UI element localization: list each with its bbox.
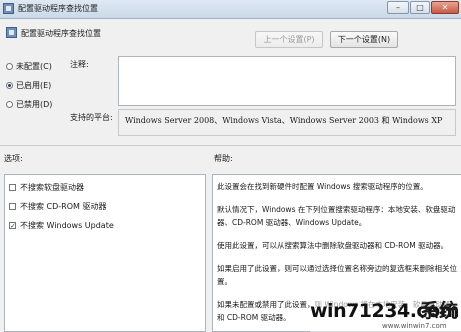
window-title: 配置驱动程序查找位置 <box>18 4 98 13</box>
platform-label: 支持的平台: <box>70 113 113 122</box>
comment-textarea[interactable] <box>118 56 456 106</box>
close-button[interactable]: ✕ <box>431 1 459 14</box>
checkbox[interactable] <box>9 184 16 191</box>
previous-setting-button[interactable]: 上一个设置(P) <box>255 31 323 48</box>
checkbox[interactable] <box>9 203 16 210</box>
maximize-button[interactable]: □ <box>410 1 430 14</box>
options-label: 选项: <box>4 154 23 163</box>
watermark-url: www.winwin7.com <box>382 322 447 330</box>
watermark: win71234.com 系统 www.winwin7.com <box>310 298 461 332</box>
radio-label: 未配置(C) <box>16 62 52 71</box>
comment-label: 注释: <box>70 60 89 69</box>
option-label: 不搜索 CD-ROM 驱动器 <box>20 202 107 211</box>
option-no-cdrom[interactable]: 不搜索 CD-ROM 驱动器 <box>9 201 106 212</box>
help-paragraph: 此设置会在找到新硬件时配置 Windows 搜索驱动程序的位置。 <box>217 182 428 191</box>
title-bar: 配置驱动程序查找位置 – □ ✕ <box>0 0 461 19</box>
radio-label: 已禁用(D) <box>16 100 53 109</box>
radio-not-configured[interactable]: 未配置(C) <box>6 61 52 72</box>
options-panel: 不搜索软盘驱动器 不搜索 CD-ROM 驱动器 ✓ 不搜索 Windows Up… <box>4 174 206 332</box>
help-paragraph: 默认情况下，Windows 在下列位置搜索驱动程序：本地安装、软盘驱动器、CD-… <box>217 205 456 227</box>
watermark-logo: 系统 <box>420 300 459 322</box>
help-label: 帮助: <box>214 154 233 163</box>
next-setting-button[interactable]: 下一个设置(N) <box>330 31 398 48</box>
radio-disabled[interactable]: 已禁用(D) <box>6 99 52 110</box>
radio-circle[interactable] <box>6 82 13 89</box>
policy-icon <box>3 3 14 14</box>
help-paragraph: 如果启用了此设置，则可以通过选择位置名称旁边的复选框来删除相关位置。 <box>217 264 457 286</box>
option-label: 不搜索 Windows Update <box>20 221 114 230</box>
platform-value: Windows Server 2008、Windows Vista、Window… <box>118 109 456 136</box>
option-label: 不搜索软盘驱动器 <box>20 183 84 192</box>
option-no-floppy[interactable]: 不搜索软盘驱动器 <box>9 182 84 193</box>
radio-label: 已启用(E) <box>16 81 52 90</box>
page-title: 配置驱动程序查找位置 <box>21 29 101 38</box>
radio-circle[interactable] <box>6 63 13 70</box>
minimize-button[interactable]: – <box>387 1 409 14</box>
option-no-windows-update[interactable]: ✓ 不搜索 Windows Update <box>9 220 114 231</box>
divider <box>0 145 461 146</box>
radio-circle[interactable] <box>6 101 13 108</box>
radio-enabled[interactable]: 已启用(E) <box>6 80 51 91</box>
policy-icon <box>6 27 17 38</box>
checkbox-checked[interactable]: ✓ <box>9 222 16 230</box>
help-paragraph: 使用此设置，可以从搜索算法中删除软盘驱动器和 CD-ROM 驱动器。 <box>217 241 449 250</box>
